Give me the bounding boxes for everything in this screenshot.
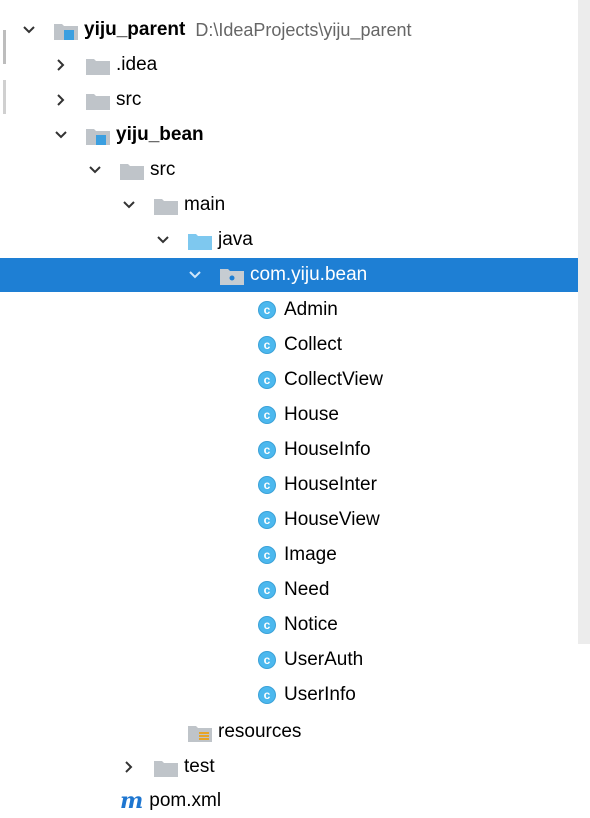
- tree-row-src[interactable]: src: [0, 83, 578, 117]
- tree-row-class[interactable]: c Notice: [0, 608, 578, 642]
- tree-label: HouseInter: [284, 474, 377, 495]
- tree-row-java[interactable]: java: [0, 223, 578, 257]
- class-icon: c: [258, 336, 276, 354]
- class-icon: c: [258, 476, 276, 494]
- chevron-down-icon[interactable]: [156, 233, 170, 247]
- tree-row-class[interactable]: c Image: [0, 538, 578, 572]
- tree-label: UserAuth: [284, 649, 364, 670]
- tree-label: CollectView: [284, 369, 383, 390]
- tree-label: Collect: [284, 334, 343, 355]
- tree-row-test[interactable]: test: [0, 750, 578, 784]
- folder-icon: [120, 162, 144, 180]
- chevron-right-icon[interactable]: [122, 760, 136, 774]
- tree-row-main[interactable]: main: [0, 188, 578, 222]
- class-icon: c: [258, 371, 276, 389]
- tree-label: src: [116, 89, 142, 110]
- tree-label: yiju_bean: [116, 124, 204, 145]
- tree-row-class[interactable]: c CollectView: [0, 363, 578, 397]
- tree-label: Admin: [284, 299, 338, 320]
- class-icon: c: [258, 546, 276, 564]
- chevron-down-icon[interactable]: [22, 23, 36, 37]
- tree-label: main: [184, 194, 226, 215]
- vertical-scrollbar[interactable]: [578, 0, 590, 644]
- tree-label: Image: [284, 544, 337, 565]
- tree-label: java: [218, 229, 253, 250]
- tree-row-class[interactable]: c Need: [0, 573, 578, 607]
- tree-label: UserInfo: [284, 684, 356, 705]
- folder-icon: [154, 759, 178, 777]
- class-icon: c: [258, 686, 276, 704]
- tree-row-class[interactable]: c Collect: [0, 328, 578, 362]
- tree-row-class[interactable]: c HouseInter: [0, 468, 578, 502]
- class-icon: c: [258, 651, 276, 669]
- tree-row-class[interactable]: c UserAuth: [0, 643, 578, 677]
- package-icon: [220, 267, 244, 285]
- chevron-down-icon[interactable]: [54, 128, 68, 142]
- tree-label: pom.xml: [149, 790, 222, 811]
- class-icon: c: [258, 441, 276, 459]
- folder-icon: [154, 197, 178, 215]
- tree-label: Notice: [284, 614, 338, 635]
- source-folder-icon: [188, 232, 212, 250]
- resources-folder-icon: [188, 724, 212, 742]
- folder-icon: [86, 57, 110, 75]
- tree-label: HouseView: [284, 509, 380, 530]
- tree-row-pom[interactable]: m pom.xml: [0, 784, 578, 818]
- project-name: yiju_parent: [84, 19, 186, 40]
- chevron-down-icon[interactable]: [88, 163, 102, 177]
- class-icon: c: [258, 581, 276, 599]
- tree-label: src: [150, 159, 176, 180]
- tree-row-class[interactable]: c HouseView: [0, 503, 578, 537]
- chevron-right-icon[interactable]: [54, 93, 68, 107]
- module-folder-icon: [86, 127, 110, 145]
- chevron-right-icon[interactable]: [54, 58, 68, 72]
- tree-row-idea[interactable]: .idea: [0, 48, 578, 82]
- tree-label: House: [284, 404, 339, 425]
- tree-row-class[interactable]: c House: [0, 398, 578, 432]
- module-folder-icon: [54, 22, 78, 40]
- tree-label: resources: [218, 721, 302, 742]
- class-icon: c: [258, 301, 276, 319]
- folder-icon: [86, 92, 110, 110]
- project-path: D:\IdeaProjects\yiju_parent: [195, 19, 412, 40]
- tree-row-package-selected[interactable]: com.yiju.bean: [0, 258, 578, 292]
- tree-row-yiju-parent[interactable]: yiju_parent D:\IdeaProjects\yiju_parent: [0, 13, 578, 47]
- tree-row-class[interactable]: c HouseInfo: [0, 433, 578, 467]
- tree-label: Need: [284, 579, 330, 600]
- tree-label: com.yiju.bean: [250, 264, 368, 285]
- chevron-down-icon[interactable]: [122, 198, 136, 212]
- tree-row-module-src[interactable]: src: [0, 153, 578, 187]
- chevron-down-icon[interactable]: [188, 268, 202, 282]
- tree-row-class[interactable]: c Admin: [0, 293, 578, 327]
- tree-row-yiju-bean[interactable]: yiju_bean: [0, 118, 578, 152]
- class-icon: c: [258, 406, 276, 424]
- tree-label: HouseInfo: [284, 439, 371, 460]
- tree-row-class[interactable]: c UserInfo: [0, 678, 578, 712]
- tree-label: .idea: [116, 54, 158, 75]
- tree-row-resources[interactable]: resources: [0, 715, 578, 749]
- class-icon: c: [258, 511, 276, 529]
- class-icon: c: [258, 616, 276, 634]
- maven-icon: m: [120, 788, 144, 814]
- tree-label: test: [184, 756, 215, 777]
